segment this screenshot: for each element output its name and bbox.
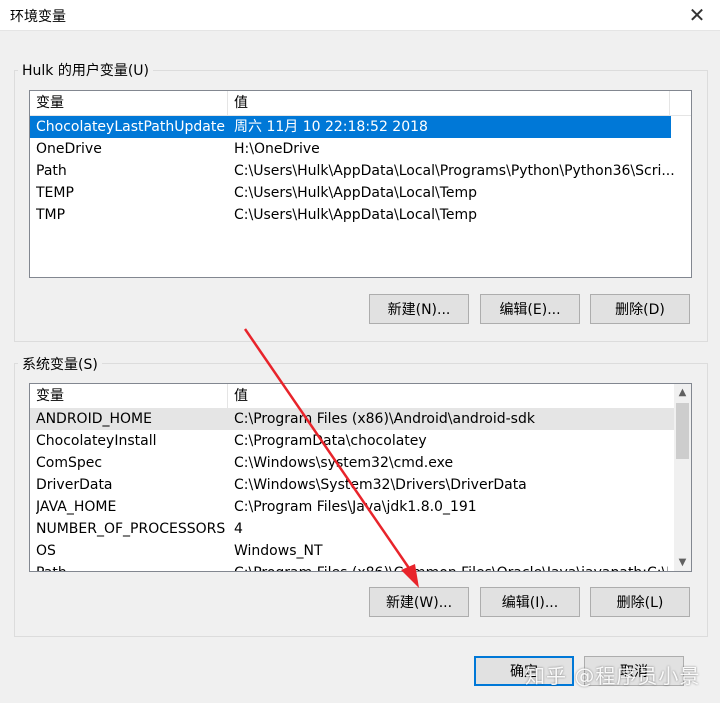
table-row[interactable]: Path C:\Users\Hulk\AppData\Local\Program…	[30, 160, 691, 182]
table-row[interactable]: TEMP C:\Users\Hulk\AppData\Local\Temp	[30, 182, 691, 204]
var-value: 4	[234, 521, 243, 537]
vertical-scrollbar[interactable]: ▲ ▼	[674, 384, 691, 571]
var-name: TMP	[36, 207, 66, 223]
scroll-up-icon[interactable]: ▲	[674, 384, 691, 401]
var-value: C:\Users\Hulk\AppData\Local\Temp	[234, 207, 478, 223]
var-value: C:\Users\Hulk\AppData\Local\Temp	[234, 185, 478, 201]
table-row[interactable]: OneDrive H:\OneDrive	[30, 138, 691, 160]
var-name: JAVA_HOME	[36, 499, 117, 515]
table-row[interactable]: DriverData C:\Windows\System32\Drivers\D…	[30, 474, 674, 496]
var-name: ComSpec	[36, 455, 103, 471]
var-name: TEMP	[36, 185, 74, 201]
var-value: 周六 11月 10 22:18:52 2018	[234, 119, 428, 135]
var-name: OneDrive	[36, 141, 102, 157]
table-row[interactable]: TMP C:\Users\Hulk\AppData\Local\Temp	[30, 204, 691, 226]
table-row[interactable]: ComSpec C:\Windows\system32\cmd.exe	[30, 452, 674, 474]
column-header-variable[interactable]: 变量	[30, 91, 228, 115]
user-variables-label: Hulk 的用户变量(U)	[18, 60, 154, 80]
var-value: C:\Windows\System32\Drivers\DriverData	[234, 477, 527, 493]
scroll-down-icon[interactable]: ▼	[674, 554, 691, 571]
system-variables-list[interactable]: 变量 值 ANDROID_HOME C:\Program Files (x86)…	[29, 383, 692, 572]
var-name: Path	[36, 163, 67, 179]
table-row[interactable]: OS Windows_NT	[30, 540, 674, 562]
close-icon[interactable]: ✕	[674, 0, 720, 30]
var-name: DriverData	[36, 477, 113, 493]
user-edit-button[interactable]: 编辑(E)...	[480, 294, 580, 324]
var-name: OS	[36, 543, 56, 559]
var-value: C:\Program Files (x86)\Common Files\Orac…	[234, 562, 668, 571]
system-variables-label: 系统变量(S)	[18, 354, 102, 374]
user-variables-list[interactable]: 变量 值 ChocolateyLastPathUpdate 周六 11月 10 …	[29, 90, 692, 278]
column-header-value[interactable]: 值	[228, 384, 674, 408]
user-delete-button[interactable]: 删除(D)	[590, 294, 690, 324]
table-row[interactable]: NUMBER_OF_PROCESSORS 4	[30, 518, 674, 540]
var-value: C:\Users\Hulk\AppData\Local\Programs\Pyt…	[234, 163, 675, 179]
var-name: ChocolateyInstall	[36, 433, 157, 449]
var-value: C:\ProgramData\chocolatey	[234, 433, 427, 449]
var-value: H:\OneDrive	[234, 141, 320, 157]
table-row[interactable]: ChocolateyInstall C:\ProgramData\chocola…	[30, 430, 674, 452]
var-value: C:\Program Files\Java\jdk1.8.0_191	[234, 499, 477, 515]
var-value: Windows_NT	[234, 543, 323, 559]
system-edit-button[interactable]: 编辑(I)...	[480, 587, 580, 617]
table-row[interactable]: JAVA_HOME C:\Program Files\Java\jdk1.8.0…	[30, 496, 674, 518]
title-bar: 环境变量 ✕	[0, 0, 720, 31]
scroll-thumb[interactable]	[676, 403, 689, 459]
list-header: 变量 值	[30, 384, 674, 409]
var-value: C:\Windows\system32\cmd.exe	[234, 455, 454, 471]
table-row[interactable]: ChocolateyLastPathUpdate 周六 11月 10 22:18…	[30, 116, 671, 138]
list-header: 变量 值	[30, 91, 691, 116]
table-row[interactable]: Path C:\Program Files (x86)\Common Files…	[30, 562, 674, 571]
var-name: Path	[36, 562, 226, 571]
user-new-button[interactable]: 新建(N)...	[369, 294, 469, 324]
system-delete-button[interactable]: 删除(L)	[590, 587, 690, 617]
table-row[interactable]: ANDROID_HOME C:\Program Files (x86)\Andr…	[30, 408, 674, 430]
system-new-button[interactable]: 新建(W)...	[369, 587, 469, 617]
var-value: C:\Program Files (x86)\Android\android-s…	[234, 411, 535, 427]
var-name: ChocolateyLastPathUpdate	[36, 119, 225, 135]
var-name: ANDROID_HOME	[36, 411, 152, 427]
var-name: NUMBER_OF_PROCESSORS	[36, 521, 226, 537]
column-header-value[interactable]: 值	[228, 91, 670, 115]
watermark-text: 知乎 @程序员小景	[525, 664, 701, 688]
column-header-variable[interactable]: 变量	[30, 384, 228, 408]
window-title: 环境变量	[10, 9, 66, 25]
